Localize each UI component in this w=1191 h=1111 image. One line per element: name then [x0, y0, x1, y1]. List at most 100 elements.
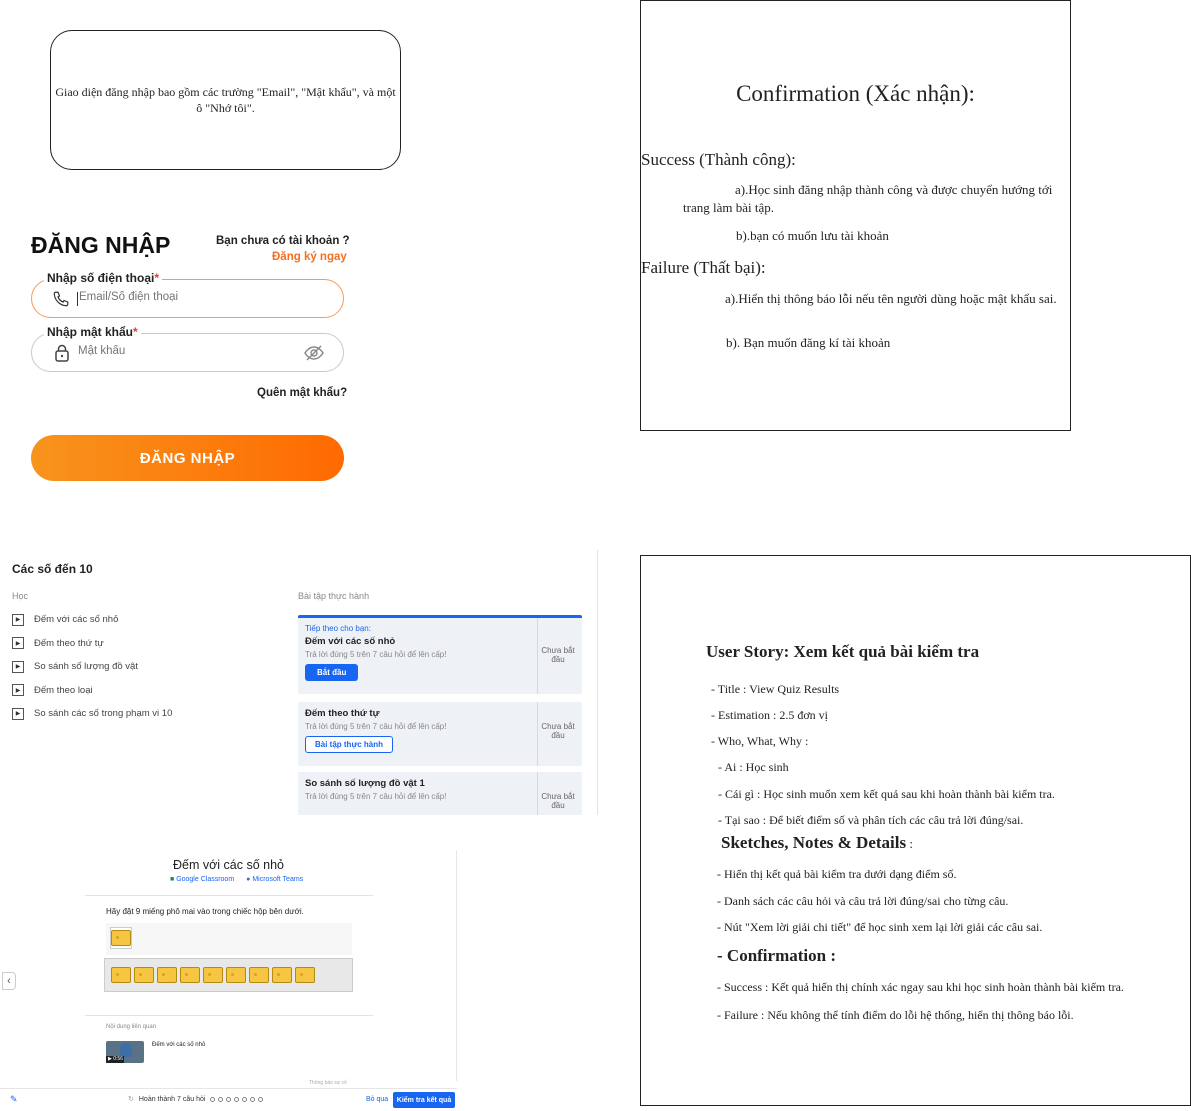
eye-off-icon[interactable]	[304, 345, 324, 361]
phone-icon	[53, 291, 69, 307]
lesson-item[interactable]: ▶ So sánh các số trong phạm vi 10	[12, 702, 172, 726]
play-icon: ▶	[12, 637, 24, 650]
related-item-title[interactable]: Đếm với các số nhỏ	[152, 1042, 205, 1048]
cheese-icon[interactable]	[111, 967, 131, 983]
cheese-icon[interactable]	[249, 967, 269, 983]
report-link[interactable]: Thông báo sự cố	[309, 1080, 347, 1086]
cheese-icon[interactable]	[134, 967, 154, 983]
failure-item-b: b). Bạn muốn đăng kí tài khoản	[726, 335, 891, 350]
cheese-icon[interactable]	[226, 967, 246, 983]
google-classroom-icon: ■	[170, 876, 175, 883]
lesson-item[interactable]: ▶ Đếm theo loại	[12, 679, 172, 703]
password-field[interactable]: Nhập mật khẩu*	[31, 325, 344, 372]
course-title: Các số đến 10	[12, 562, 93, 576]
refresh-icon: ↻	[128, 1096, 134, 1103]
password-input[interactable]	[78, 345, 278, 357]
cheese-icon[interactable]	[295, 967, 315, 983]
story-line: - Tại sao : Để biết điểm số và phân tích…	[718, 813, 1024, 827]
story-line: - Ai : Học sinh	[718, 760, 789, 774]
skip-button[interactable]: Bỏ qua	[366, 1096, 388, 1103]
lesson-item[interactable]: ▶ Đếm theo thứ tự	[12, 632, 172, 656]
card-subtitle: Trả lời đúng 5 trên 7 câu hỏi để lên cấp…	[305, 792, 447, 801]
cheese-icon	[111, 930, 131, 946]
success-title: Success (Thành công):	[641, 150, 796, 169]
confirmation-title: - Confirmation :	[717, 946, 836, 965]
cheese-icon[interactable]	[203, 967, 223, 983]
card-title: So sánh số lượng đồ vật 1	[305, 778, 425, 789]
teams-icon: ●	[246, 876, 251, 883]
progress-dot	[234, 1096, 240, 1102]
user-story-title: User Story: Xem kết quả bài kiểm tra	[706, 642, 980, 661]
progress-label: Hoàn thành 7 câu hỏi	[138, 1095, 206, 1103]
register-link[interactable]: Đăng ký ngay	[272, 251, 347, 263]
prev-arrow-icon[interactable]: ‹	[2, 972, 16, 990]
play-icon: ▶	[12, 660, 24, 673]
lesson-item[interactable]: ▶ So sánh số lượng đồ vật	[12, 655, 172, 679]
cheese-item[interactable]	[110, 927, 132, 949]
story-line: - Hiển thị kết quả bài kiểm tra dưới dạn…	[717, 867, 957, 881]
progress-dot	[226, 1096, 232, 1102]
login-button[interactable]: ĐĂNG NHẬP	[31, 435, 344, 481]
cheese-icon[interactable]	[272, 967, 292, 983]
forgot-password-link[interactable]: Quên mật khẩu?	[257, 387, 347, 399]
play-icon: ▶	[12, 707, 24, 720]
failure-title: Failure (Thất bại):	[641, 258, 766, 277]
lesson-item[interactable]: ▶ Đếm với các số nhỏ	[12, 608, 172, 632]
lock-icon	[55, 344, 69, 362]
login-description-note: Giao diện đăng nhập bao gồm các trường "…	[50, 30, 401, 170]
practice-card: Đếm theo thứ tự Trả lời đúng 5 trên 7 câ…	[298, 702, 582, 766]
card-status: Chưa bắt đầu	[541, 646, 575, 664]
story-line: - Danh sách các câu hỏi và câu trả lời đ…	[717, 893, 1009, 908]
user-story-meta: - Title : View Quiz Results - Estimation…	[711, 676, 839, 754]
user-story-www: - Ai : Học sinh - Cái gì : Học sinh muốn…	[718, 754, 1055, 834]
user-story-panel: User Story: Xem kết quả bài kiểm tra - T…	[640, 555, 1191, 1106]
progress-dot	[210, 1096, 216, 1102]
confirmation-list: - Success : Kết quả hiển thị chính xác n…	[717, 974, 1124, 1029]
practice-button[interactable]: Bài tập thực hành	[305, 736, 394, 753]
phone-label: Nhập số điện thoại*	[44, 271, 163, 285]
course-screenshot: Các số đến 10 Học Bài tập thực hành ▶ Đếm…	[0, 550, 598, 815]
progress-dot	[218, 1096, 224, 1102]
story-line: - Who, What, Why :	[711, 734, 809, 748]
pencil-icon[interactable]: ✎	[10, 1094, 18, 1105]
quiz-question: Hãy đặt 9 miếng phô mai vào trong chiếc …	[106, 907, 304, 916]
sketches-list: - Hiển thị kết quả bài kiểm tra dưới dạn…	[717, 861, 1042, 941]
card-subtitle: Trả lời đúng 5 trên 7 câu hỏi để lên cấp…	[305, 722, 447, 731]
play-icon: ▶	[12, 613, 24, 626]
card-subtitle: Trả lời đúng 5 trên 7 câu hỏi để lên cấp…	[305, 650, 447, 659]
cheese-target-box[interactable]	[104, 958, 353, 992]
progress-dots	[210, 1096, 264, 1102]
google-classroom-link[interactable]: ■ Google Classroom	[170, 876, 234, 883]
sketches-title: Sketches, Notes & Details :	[721, 833, 913, 852]
login-title: ĐĂNG NHẬP	[31, 232, 171, 258]
microsoft-teams-link[interactable]: ● Microsoft Teams	[246, 876, 303, 883]
video-thumbnail[interactable]: ▶ 0:56	[106, 1041, 144, 1063]
check-answer-button[interactable]: Kiểm tra kết quả	[393, 1092, 455, 1108]
story-line: - Estimation : 2.5 đơn vị	[711, 708, 829, 722]
no-account-text: Bạn chưa có tài khoản ?	[216, 235, 350, 247]
phone-input[interactable]	[79, 291, 279, 303]
character-icon	[120, 1043, 132, 1057]
learn-header: Học	[12, 591, 29, 601]
note-text: Giao diện đăng nhập bao gồm các trường "…	[55, 84, 396, 115]
video-time: ▶ 0:56	[106, 1056, 124, 1063]
card-status: Chưa bắt đầu	[541, 722, 575, 740]
practice-header: Bài tập thực hành	[298, 591, 370, 601]
share-links: ■ Google Classroom ● Microsoft Teams	[170, 876, 303, 883]
cheese-icon[interactable]	[180, 967, 200, 983]
play-icon: ▶	[12, 684, 24, 697]
success-item-a: a).Học sinh đăng nhập thành công và được…	[683, 182, 1053, 215]
story-line: - Title : View Quiz Results	[711, 682, 840, 696]
practice-card: Tiếp theo cho bạn: Đếm với các số nhỏ Tr…	[298, 615, 582, 694]
start-button[interactable]: Bắt đầu	[305, 664, 359, 681]
related-header: Nội dung liên quan	[106, 1024, 157, 1030]
card-eyebrow: Tiếp theo cho bạn:	[305, 624, 371, 633]
card-status: Chưa bắt đầu	[541, 792, 575, 810]
phone-field[interactable]: Nhập số điện thoại*	[31, 271, 344, 318]
card-title: Đếm theo thứ tự	[305, 708, 380, 719]
practice-card: So sánh số lượng đồ vật 1 Trả lời đúng 5…	[298, 772, 582, 815]
cheese-source	[106, 923, 352, 955]
card-title: Đếm với các số nhỏ	[305, 636, 396, 647]
quiz-progress: ↻ Hoàn thành 7 câu hỏi	[128, 1095, 264, 1103]
cheese-icon[interactable]	[157, 967, 177, 983]
